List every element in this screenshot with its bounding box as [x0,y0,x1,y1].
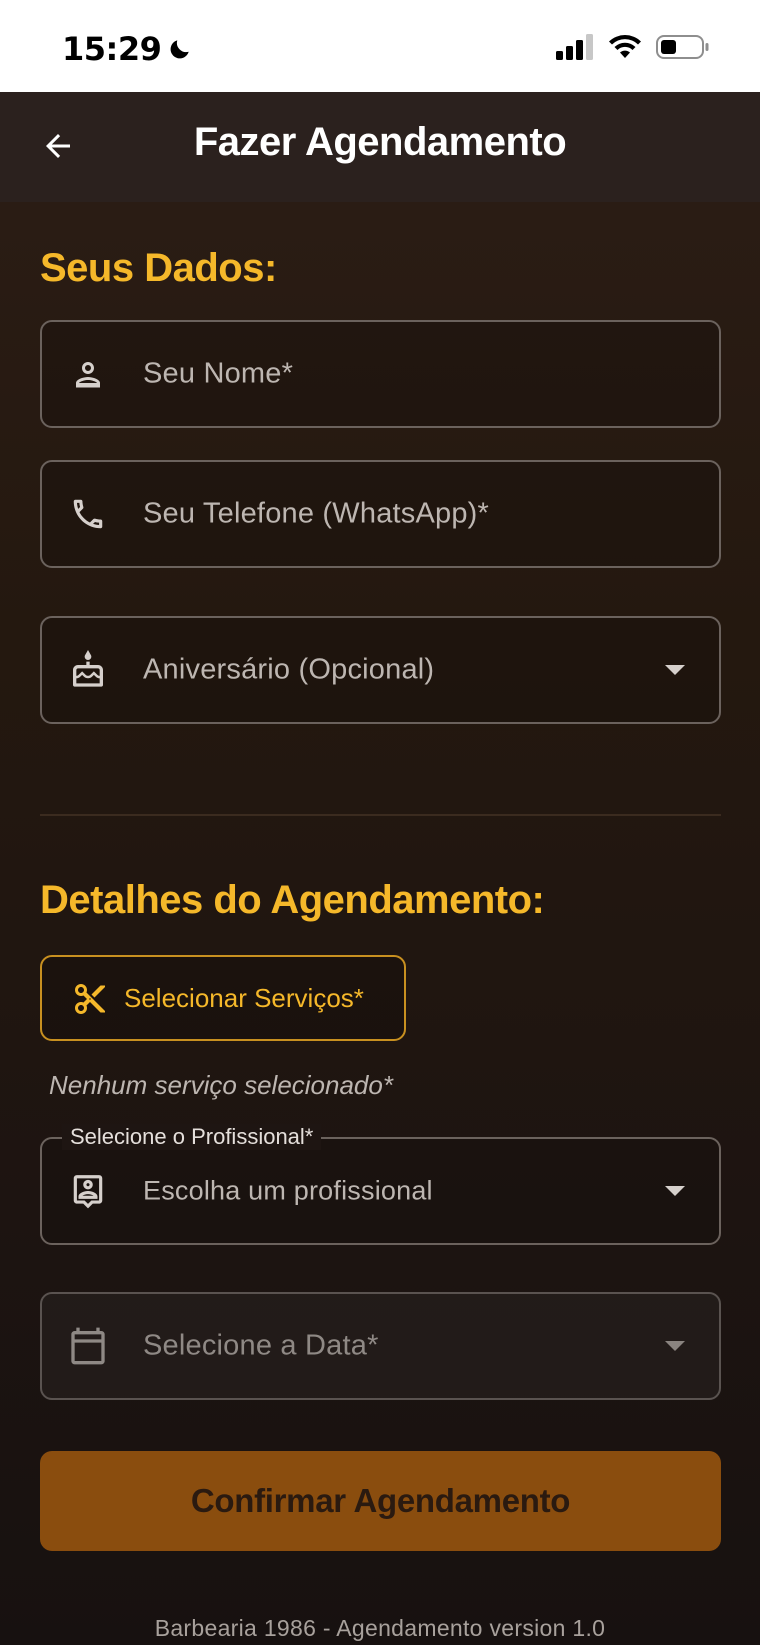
date-select[interactable]: Selecione a Data* [40,1292,721,1400]
phone-field[interactable]: Seu Telefone (WhatsApp)* [40,460,721,568]
booking-form: Seus Dados: Seu Nome* Seu Telefone (What… [0,202,760,1645]
confirm-booking-label: Confirmar Agendamento [190,1482,571,1519]
professional-value: Escolha um profissional [143,1175,433,1206]
status-time-text: 15:29 [62,30,162,68]
cake-icon [68,650,108,690]
section-title-booking: Detalhes do Agendamento: [40,878,545,922]
date-placeholder: Selecione a Data* [143,1329,379,1362]
wifi-icon [609,35,641,58]
name-placeholder: Seu Nome* [143,357,294,390]
status-icons [556,34,710,60]
chevron-down-icon [665,1341,685,1351]
status-time: 15:29 [62,30,193,68]
section-divider [40,814,721,816]
professional-label: Selecione o Profissional* [62,1124,322,1150]
birthday-placeholder: Aniversário (Opcional) [143,653,435,686]
scissors-icon [75,984,105,1014]
chevron-down-icon [665,665,685,675]
section-title-personal: Seus Dados: [40,246,277,290]
moon-icon [170,40,190,59]
select-services-label: Selecionar Serviços* [124,983,364,1013]
professional-select[interactable]: Escolha um profissional [40,1137,721,1245]
chevron-down-icon [665,1186,685,1196]
confirm-booking-button[interactable]: Confirmar Agendamento [40,1451,721,1551]
contact-badge-icon [68,1171,108,1211]
person-icon [68,354,108,394]
select-services-button[interactable]: Selecionar Serviços* [40,955,406,1041]
app-bar: Fazer Agendamento [0,92,760,202]
no-service-text: Nenhum serviço selecionado* [49,1070,393,1100]
phone-placeholder: Seu Telefone (WhatsApp)* [143,497,490,530]
page-title: Fazer Agendamento [193,120,567,164]
name-field[interactable]: Seu Nome* [40,320,721,428]
battery-icon [656,35,709,59]
calendar-icon [68,1326,108,1366]
status-bar: 15:29 [0,0,760,92]
signal-icon [556,34,593,60]
footer-version: Barbearia 1986 - Agendamento version 1.0 [154,1615,606,1641]
birthday-field[interactable]: Aniversário (Opcional) [40,616,721,724]
phone-icon [68,494,108,534]
